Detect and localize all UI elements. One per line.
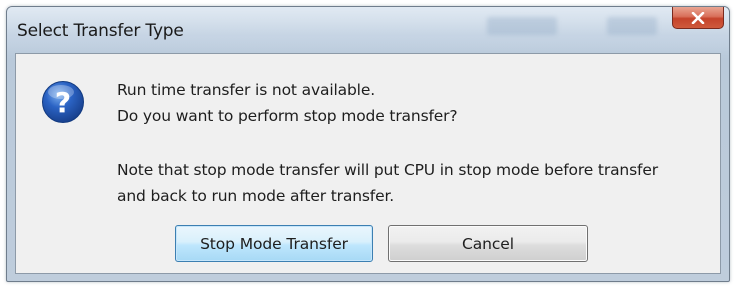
stop-mode-transfer-button[interactable]: Stop Mode Transfer <box>175 225 373 262</box>
message-line: Run time transfer is not available. <box>117 81 375 99</box>
dialog-content: ? Run time transfer is not available. Do… <box>15 53 721 274</box>
close-icon <box>691 11 705 24</box>
note-line: Note that stop mode transfer will put CP… <box>117 161 658 179</box>
background-blur <box>487 17 557 35</box>
message-line: Do you want to perform stop mode transfe… <box>117 107 458 125</box>
close-button[interactable] <box>672 7 724 29</box>
note-line: and back to run mode after transfer. <box>117 187 395 205</box>
dialog-window: Select Transfer Type ? Run time transfer… <box>6 6 730 282</box>
svg-text:?: ? <box>55 86 71 119</box>
cancel-button[interactable]: Cancel <box>388 225 588 262</box>
background-blur <box>607 17 657 35</box>
question-icon: ? <box>42 81 84 123</box>
title-bar[interactable]: Select Transfer Type <box>7 7 729 53</box>
dialog-title: Select Transfer Type <box>17 21 184 41</box>
